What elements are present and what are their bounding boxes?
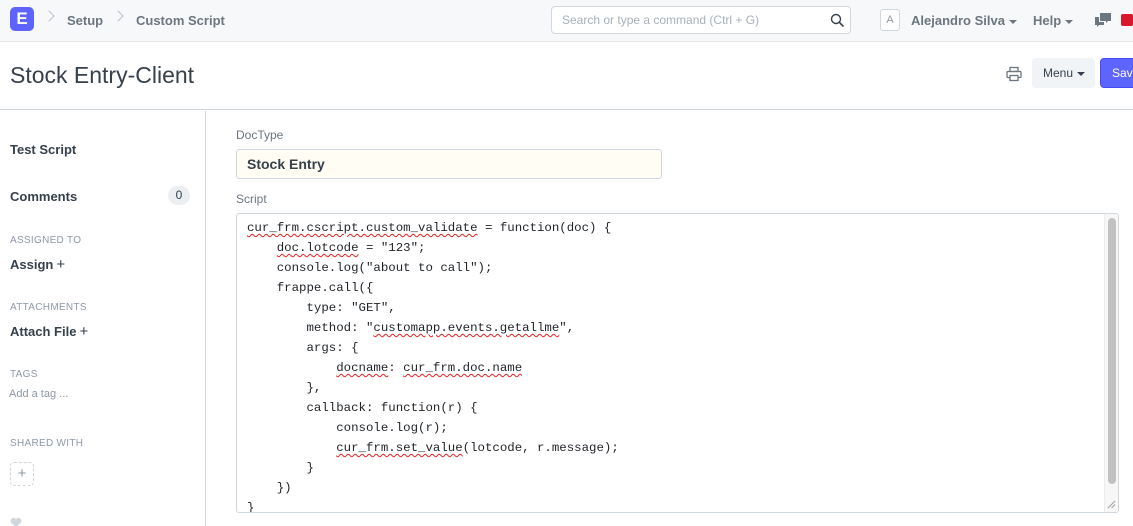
assign-button[interactable]: Assign + bbox=[10, 256, 65, 273]
script-label: Script bbox=[236, 192, 267, 206]
caret-down-icon bbox=[1065, 19, 1074, 24]
breadcrumb-setup[interactable]: Setup bbox=[67, 13, 103, 28]
avatar[interactable]: A bbox=[880, 9, 900, 31]
caret-down-icon bbox=[1008, 19, 1017, 24]
code-token: }) bbox=[247, 481, 292, 495]
plus-icon: + bbox=[79, 323, 89, 340]
code-line[interactable]: console.log(r); bbox=[247, 418, 448, 438]
search-input[interactable] bbox=[552, 7, 822, 33]
code-line[interactable]: cur_frm.cscript.custom_validate = functi… bbox=[247, 218, 611, 238]
code-line[interactable]: }) bbox=[247, 478, 292, 498]
shared-with-heading: SHARED WITH bbox=[10, 438, 84, 449]
code-line[interactable]: }, bbox=[247, 378, 321, 398]
menu-button[interactable]: Menu bbox=[1032, 58, 1095, 88]
code-token: cur_frm.cscript.custom_validate bbox=[247, 221, 478, 235]
menu-label: Menu bbox=[1043, 66, 1074, 80]
code-token: callback: function(r) { bbox=[247, 401, 478, 415]
resize-handle-icon[interactable] bbox=[1106, 499, 1116, 509]
code-token: : bbox=[388, 361, 404, 375]
code-token: args: { bbox=[247, 341, 359, 355]
doctype-field[interactable]: Stock Entry bbox=[236, 149, 662, 179]
code-line[interactable]: doc.lotcode = "123"; bbox=[247, 238, 426, 258]
code-line[interactable]: frappe.call({ bbox=[247, 278, 374, 298]
code-token: ", bbox=[559, 321, 575, 335]
app-logo[interactable]: E bbox=[10, 7, 34, 31]
save-button[interactable]: Save bbox=[1100, 58, 1133, 88]
page-title: Stock Entry-Client bbox=[10, 62, 195, 88]
form-body: DocType Stock Entry Script cur_frm.cscri… bbox=[207, 111, 1133, 526]
attachments-heading: ATTACHMENTS bbox=[10, 302, 87, 313]
help-label: Help bbox=[1033, 13, 1062, 28]
plus-icon: + bbox=[56, 256, 66, 273]
code-token: (lotcode, r.message); bbox=[462, 441, 619, 455]
printer-icon[interactable] bbox=[1006, 66, 1022, 82]
test-script-link[interactable]: Test Script bbox=[10, 142, 76, 157]
assigned-to-heading: ASSIGNED TO bbox=[10, 235, 82, 246]
code-token: }, bbox=[247, 381, 322, 395]
assign-label: Assign bbox=[10, 257, 54, 272]
attach-file-button[interactable]: Attach File + bbox=[10, 323, 88, 340]
code-line[interactable]: } bbox=[247, 458, 314, 478]
awesomebar bbox=[551, 6, 851, 34]
code-line[interactable]: } bbox=[247, 498, 255, 513]
breadcrumb-custom-script[interactable]: Custom Script bbox=[136, 13, 225, 28]
code-token: = function(doc) { bbox=[477, 221, 612, 235]
scrollbar-thumb[interactable] bbox=[1108, 218, 1116, 484]
search-icon[interactable] bbox=[830, 13, 844, 27]
code-token: } bbox=[247, 461, 314, 475]
comments-icon[interactable] bbox=[1094, 12, 1112, 28]
editor-scrollbar[interactable] bbox=[1104, 214, 1118, 512]
navbar: E Setup Custom Script A Alejandro Silva … bbox=[0, 0, 1133, 42]
chevron-right-icon bbox=[43, 10, 55, 22]
code-token: method: " bbox=[247, 321, 374, 335]
code-token: = "123"; bbox=[358, 241, 426, 255]
code-token: docname bbox=[336, 361, 389, 375]
tags-heading: TAGS bbox=[10, 369, 38, 380]
code-line[interactable]: docname: cur_frm.doc.name bbox=[247, 358, 522, 378]
plus-icon: + bbox=[17, 465, 27, 482]
add-tag-link[interactable]: Add a tag ... bbox=[9, 388, 68, 400]
user-menu[interactable]: Alejandro Silva bbox=[911, 13, 1017, 28]
chevron-right-icon bbox=[112, 10, 124, 22]
attach-file-label: Attach File bbox=[10, 324, 77, 339]
code-line[interactable]: cur_frm.set_value(lotcode, r.message); bbox=[247, 438, 619, 458]
form-sidebar: Test Script Comments 0 ASSIGNED TO Assig… bbox=[0, 111, 206, 526]
doctype-label: DocType bbox=[236, 128, 284, 142]
code-token: doc.lotcode bbox=[276, 241, 359, 255]
code-line[interactable]: type: "GET", bbox=[247, 298, 396, 318]
code-token: console.log(r); bbox=[247, 421, 448, 435]
caret-down-icon bbox=[1077, 71, 1086, 76]
notification-indicator[interactable] bbox=[1121, 14, 1133, 26]
page-head: Stock Entry-Client Menu Save bbox=[0, 42, 1133, 110]
code-token: cur_frm.set_value bbox=[336, 441, 463, 455]
code-line[interactable]: method: "customapp.events.getallme", bbox=[247, 318, 574, 338]
script-editor[interactable]: cur_frm.cscript.custom_validate = functi… bbox=[236, 213, 1119, 513]
code-line[interactable]: callback: function(r) { bbox=[247, 398, 478, 418]
code-token: console.log("about to call"); bbox=[247, 261, 493, 275]
code-token: } bbox=[247, 501, 255, 513]
code-token: frappe.call({ bbox=[247, 281, 374, 295]
code-token: cur_frm.doc.name bbox=[403, 361, 523, 375]
code-token: type: "GET", bbox=[247, 301, 396, 315]
comments-link[interactable]: Comments bbox=[10, 189, 77, 204]
help-menu[interactable]: Help bbox=[1033, 13, 1074, 28]
heart-icon[interactable] bbox=[10, 517, 22, 526]
comments-count-badge: 0 bbox=[168, 186, 190, 205]
user-name: Alejandro Silva bbox=[911, 13, 1005, 28]
code-line[interactable]: console.log("about to call"); bbox=[247, 258, 493, 278]
code-token: customapp.events.getallme bbox=[373, 321, 560, 335]
add-share-button[interactable]: + bbox=[10, 462, 34, 486]
code-line[interactable]: args: { bbox=[247, 338, 359, 358]
